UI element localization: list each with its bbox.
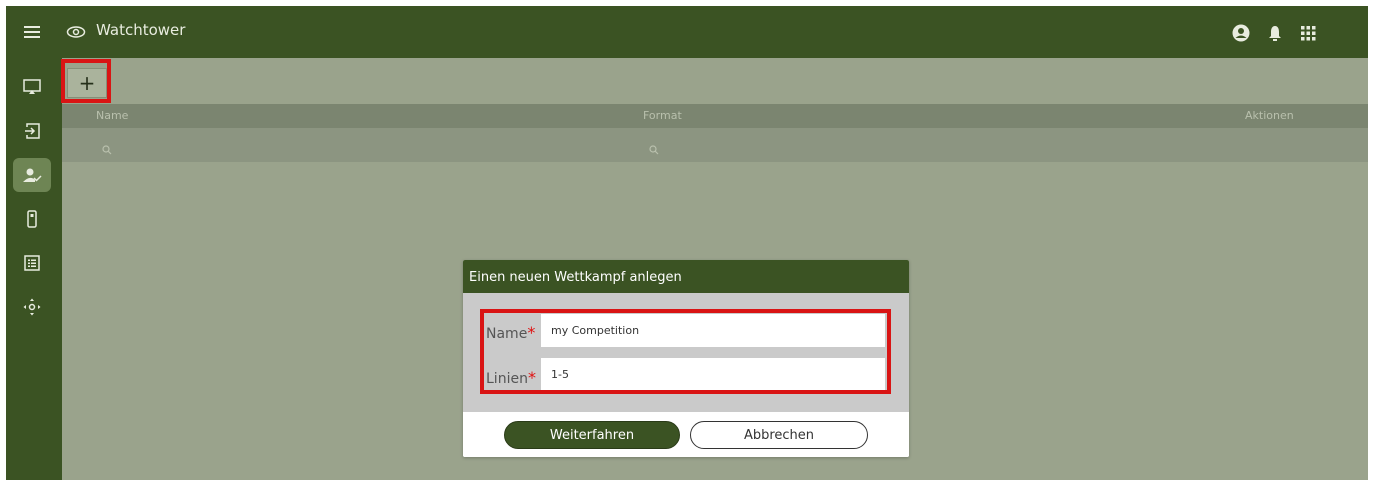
- app-window: Watchtower + Name Format Aktionen Einen …: [6, 6, 1368, 480]
- top-bar: Watchtower: [6, 6, 1368, 58]
- sidebar-item-login[interactable]: [13, 114, 51, 148]
- sidebar: [6, 58, 62, 480]
- remote-icon: [27, 210, 37, 228]
- apps-grid-icon[interactable]: [1297, 22, 1319, 44]
- sidebar-item-list[interactable]: [13, 246, 51, 280]
- person-check-icon: [23, 168, 42, 182]
- eye-icon: [66, 24, 86, 43]
- sidebar-item-remote[interactable]: [13, 202, 51, 236]
- highlight-frame-add: [61, 59, 111, 103]
- column-header-actions: Aktionen: [1245, 109, 1294, 122]
- column-header-format[interactable]: Format: [643, 109, 682, 122]
- column-header-name[interactable]: Name: [96, 109, 128, 122]
- login-icon: [25, 123, 40, 139]
- sidebar-item-move[interactable]: [13, 290, 51, 324]
- list-icon: [24, 255, 40, 271]
- continue-button[interactable]: Weiterfahren: [504, 421, 680, 449]
- dialog-title: Einen neuen Wettkampf anlegen: [463, 260, 909, 293]
- search-icon-format-filter[interactable]: [649, 140, 659, 159]
- cancel-button[interactable]: Abbrechen: [690, 421, 868, 449]
- filter-row: [62, 128, 1368, 162]
- hamburger-menu-icon[interactable]: [22, 22, 42, 42]
- search-icon-name-filter[interactable]: [102, 140, 112, 159]
- sidebar-item-cast[interactable]: [13, 70, 51, 104]
- sidebar-item-person-check[interactable]: [13, 158, 51, 192]
- app-title: Watchtower: [96, 21, 186, 39]
- dialog-footer: Weiterfahren Abbrechen: [463, 412, 909, 457]
- bell-icon[interactable]: [1264, 22, 1286, 44]
- highlight-frame-fields: [480, 309, 891, 394]
- cast-icon: [23, 79, 41, 94]
- move-icon: [23, 298, 41, 316]
- account-circle-icon[interactable]: [1230, 22, 1252, 44]
- table-header: Name Format Aktionen: [62, 104, 1368, 128]
